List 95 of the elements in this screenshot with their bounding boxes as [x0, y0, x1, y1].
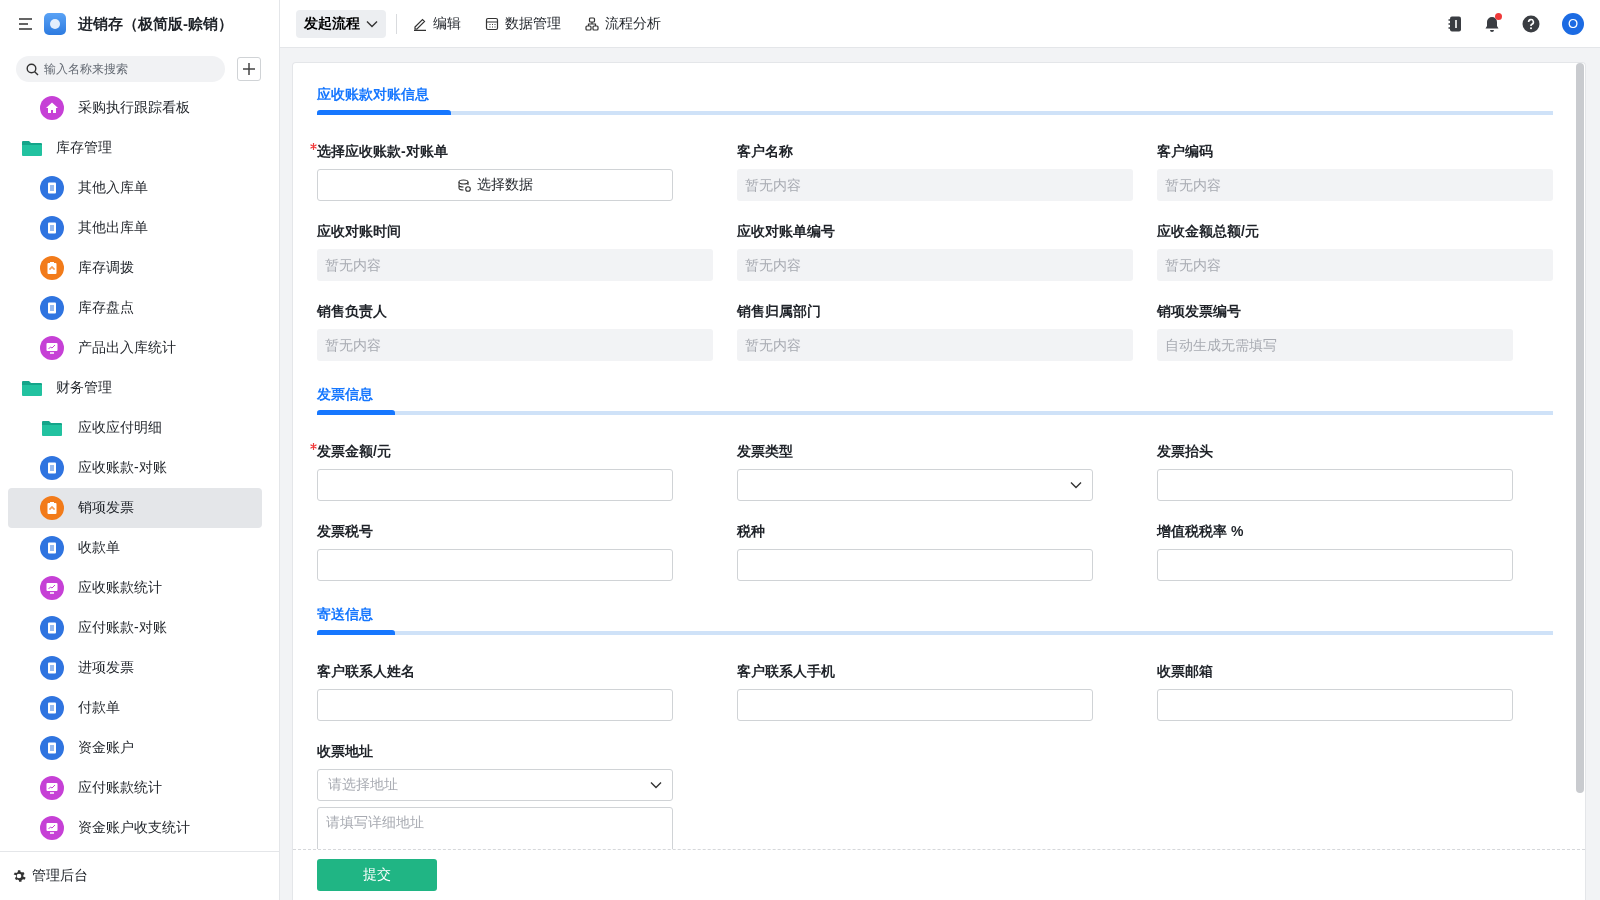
sidebar-item[interactable]: 应付账款统计	[8, 768, 262, 808]
document-icon	[40, 176, 64, 200]
input-field[interactable]	[317, 549, 674, 581]
document-icon	[40, 656, 64, 680]
sidebar-item[interactable]: 其他出库单	[8, 208, 262, 248]
app-logo	[44, 13, 66, 35]
chevron-down-icon	[366, 19, 378, 28]
bell-icon[interactable]	[1484, 15, 1500, 32]
search-field[interactable]: 输入名称来搜索	[16, 56, 225, 82]
field-label: 应收对账时间	[317, 222, 401, 241]
field-label: 发票税号	[317, 522, 373, 541]
app-title: 进销存（极简版-赊销）	[78, 14, 233, 34]
field-label: 应收对账单编号	[737, 222, 835, 241]
field-label: 客户名称	[737, 142, 793, 161]
plus-icon	[242, 62, 256, 76]
sidebar-item[interactable]: 库存管理	[8, 128, 262, 168]
field-label: 发票类型	[737, 442, 793, 461]
select-field[interactable]	[737, 469, 1094, 501]
sidebar-item[interactable]: 资金账户收支统计	[8, 808, 262, 848]
help-icon[interactable]	[1522, 14, 1540, 33]
sidebar-item[interactable]: 应付账款-对账	[8, 608, 262, 648]
document-icon	[40, 736, 64, 760]
field-label: 销售归属部门	[737, 302, 821, 321]
sidebar-item[interactable]: 库存调拨	[8, 248, 262, 288]
toolbar-button[interactable]: 数据管理	[485, 14, 561, 33]
sidebar-item[interactable]: 库存盘点	[8, 288, 262, 328]
clipboard-icon	[40, 256, 64, 280]
field-label: 发票抬头	[1157, 442, 1213, 461]
admin-link[interactable]: 管理后台	[32, 867, 88, 885]
monitor-chart-icon	[40, 576, 64, 600]
monitor-chart-icon	[40, 816, 64, 840]
input-field[interactable]	[1157, 689, 1514, 721]
field-label: 客户联系人手机	[737, 662, 835, 681]
sidebar-item[interactable]: 收款单	[8, 528, 262, 568]
menu-icon[interactable]	[18, 17, 34, 31]
sidebar-item[interactable]: 应收应付明细	[8, 408, 262, 448]
hierarchy-icon	[585, 16, 599, 31]
monitor-chart-icon	[40, 336, 64, 360]
scrollbar[interactable]	[1576, 63, 1584, 793]
field-label: 税种	[737, 522, 765, 541]
toolbar-button[interactable]: 流程分析	[585, 14, 661, 33]
field-label: 增值税税率 %	[1157, 522, 1244, 541]
sidebar-item[interactable]: 采购执行跟踪看板	[8, 88, 262, 128]
document-icon	[40, 536, 64, 560]
section-title: 寄送信息	[317, 606, 373, 624]
sidebar-item[interactable]: 付款单	[8, 688, 262, 728]
folder-icon	[22, 380, 42, 396]
input-field[interactable]	[317, 689, 674, 721]
input-field[interactable]	[317, 469, 674, 501]
document-icon	[40, 296, 64, 320]
clipboard-icon	[40, 496, 64, 520]
sidebar-item[interactable]: 进项发票	[8, 648, 262, 688]
section-title: 应收账款对账信息	[317, 86, 429, 104]
field-label: 客户编码	[1157, 142, 1213, 161]
sidebar-item[interactable]: 产品出入库统计	[8, 328, 262, 368]
input-field[interactable]	[1157, 469, 1514, 501]
add-button[interactable]	[237, 57, 261, 81]
field-label: 销项发票编号	[1157, 302, 1241, 321]
notebook-icon[interactable]	[1448, 15, 1462, 32]
sidebar-item[interactable]: 应收账款-对账	[8, 448, 262, 488]
settings-icon[interactable]	[12, 869, 26, 883]
field-label: 销售负责人	[317, 302, 387, 321]
folder-icon	[22, 140, 42, 156]
field-label: 选择应收账款-对账单	[317, 142, 448, 161]
field-label: 应收金额总额/元	[1157, 222, 1259, 241]
folder-icon	[42, 420, 62, 436]
document-icon	[40, 456, 64, 480]
sidebar-item[interactable]: 其他入库单	[8, 168, 262, 208]
field-label: 客户联系人姓名	[317, 662, 415, 681]
sidebar-item[interactable]: 销项发票	[8, 488, 262, 528]
field-label: 收票邮箱	[1157, 662, 1213, 681]
document-icon	[40, 696, 64, 720]
chevron-down-icon	[1070, 481, 1083, 489]
start-process-button[interactable]: 发起流程	[296, 9, 386, 38]
field-label: 发票金额/元	[317, 442, 391, 461]
chevron-down-icon	[650, 781, 663, 789]
select-data-button[interactable]: 选择数据	[317, 169, 674, 201]
section-title: 发票信息	[317, 386, 373, 404]
sidebar-item[interactable]: 财务管理	[8, 368, 262, 408]
input-field[interactable]	[1157, 549, 1514, 581]
monitor-chart-icon	[40, 776, 64, 800]
home-icon	[40, 96, 64, 120]
input-field[interactable]	[737, 689, 1094, 721]
toolbar-button[interactable]: 编辑	[413, 14, 461, 33]
input-field[interactable]	[737, 549, 1094, 581]
document-icon	[40, 216, 64, 240]
database-icon	[457, 178, 471, 192]
sidebar-item[interactable]: 资金账户	[8, 728, 262, 768]
address-field[interactable]: 请填写详细地址	[317, 807, 674, 849]
table-icon	[485, 16, 499, 31]
user-avatar[interactable]: O	[1562, 12, 1584, 35]
document-icon	[40, 616, 64, 640]
sidebar-item[interactable]: 应收账款统计	[8, 568, 262, 608]
field-label: 收票地址	[317, 742, 373, 761]
pencil-icon	[413, 16, 427, 31]
